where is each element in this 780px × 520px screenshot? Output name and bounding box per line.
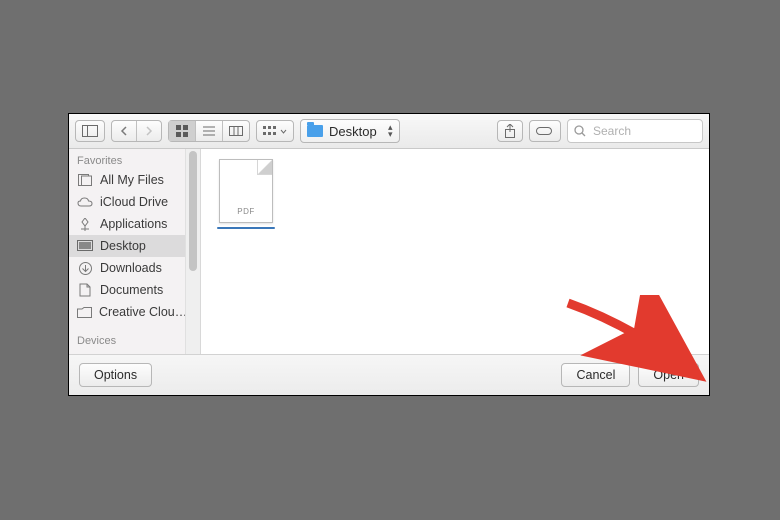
toolbar: Desktop ▴▾: [69, 114, 709, 149]
back-button[interactable]: [112, 121, 137, 141]
list-icon: [203, 126, 215, 136]
sidebar-item-label: iCloud Drive: [100, 195, 168, 209]
sidebar: Favorites All My Files iCloud Drive Appl…: [69, 149, 201, 354]
sidebar-item-icloud-drive[interactable]: iCloud Drive: [69, 191, 185, 213]
nav-back-forward: [111, 120, 162, 142]
grid-icon: [176, 125, 188, 137]
share-button[interactable]: [497, 120, 523, 142]
sidebar-toggle-button[interactable]: [75, 120, 105, 142]
file-selection-indicator: [217, 227, 275, 229]
sidebar-item-label: Downloads: [100, 261, 162, 275]
sidebar-item-documents[interactable]: Documents: [69, 279, 185, 301]
file-open-dialog: Desktop ▴▾ Favorites All My Files: [68, 113, 710, 396]
all-my-files-icon: [77, 173, 93, 187]
sidebar-section-favorites: Favorites: [69, 149, 185, 169]
sidebar-item-creative-cloud[interactable]: Creative Clou…: [69, 301, 185, 323]
column-view-button[interactable]: [223, 121, 249, 141]
sidebar-item-all-my-files[interactable]: All My Files: [69, 169, 185, 191]
documents-icon: [77, 283, 93, 297]
sidebar-item-label: Desktop: [100, 239, 146, 253]
file-browser-area[interactable]: PDF: [201, 149, 709, 354]
sidebar-item-downloads[interactable]: Downloads: [69, 257, 185, 279]
dialog-body: Favorites All My Files iCloud Drive Appl…: [69, 149, 709, 354]
sidebar-scrollbar[interactable]: [185, 149, 200, 354]
chevron-left-icon: [120, 126, 128, 136]
arrange-button[interactable]: [256, 120, 294, 142]
desktop-icon: [77, 239, 93, 253]
chevron-right-icon: [145, 126, 153, 136]
downloads-icon: [77, 261, 93, 275]
list-view-button[interactable]: [196, 121, 223, 141]
chevron-down-icon: [280, 129, 287, 134]
folder-icon: [77, 305, 92, 319]
share-icon: [504, 124, 516, 138]
options-button[interactable]: Options: [79, 363, 152, 387]
updown-icon: ▴▾: [388, 124, 393, 138]
file-thumbnail: PDF: [219, 159, 273, 223]
sidebar-icon: [82, 125, 98, 137]
file-type-label: PDF: [220, 207, 272, 216]
tag-icon: [536, 125, 554, 137]
forward-button[interactable]: [137, 121, 161, 141]
sidebar-item-label: Creative Clou…: [99, 305, 185, 319]
search-input[interactable]: [591, 123, 675, 139]
path-label: Desktop: [329, 124, 377, 139]
sidebar-item-label: Documents: [100, 283, 163, 297]
sidebar-item-applications[interactable]: Applications: [69, 213, 185, 235]
search-icon: [574, 125, 586, 137]
path-popup[interactable]: Desktop ▴▾: [300, 119, 400, 143]
tags-button[interactable]: [529, 120, 561, 142]
arrange-icon: [263, 126, 277, 136]
search-field[interactable]: [567, 119, 703, 143]
file-item-pdf[interactable]: PDF: [215, 159, 277, 229]
sidebar-section-devices: Devices: [69, 329, 185, 349]
cancel-button[interactable]: Cancel: [561, 363, 630, 387]
folder-icon: [307, 125, 323, 137]
cloud-icon: [77, 195, 93, 209]
icon-view-button[interactable]: [169, 121, 196, 141]
view-mode-segment: [168, 120, 250, 142]
open-button[interactable]: Open: [638, 363, 699, 387]
columns-icon: [229, 126, 243, 136]
dialog-footer: Options Cancel Open: [69, 354, 709, 395]
scrollbar-thumb[interactable]: [189, 151, 197, 271]
sidebar-item-desktop[interactable]: Desktop: [69, 235, 185, 257]
sidebar-item-label: All My Files: [100, 173, 164, 187]
sidebar-item-label: Applications: [100, 217, 167, 231]
applications-icon: [77, 217, 93, 231]
